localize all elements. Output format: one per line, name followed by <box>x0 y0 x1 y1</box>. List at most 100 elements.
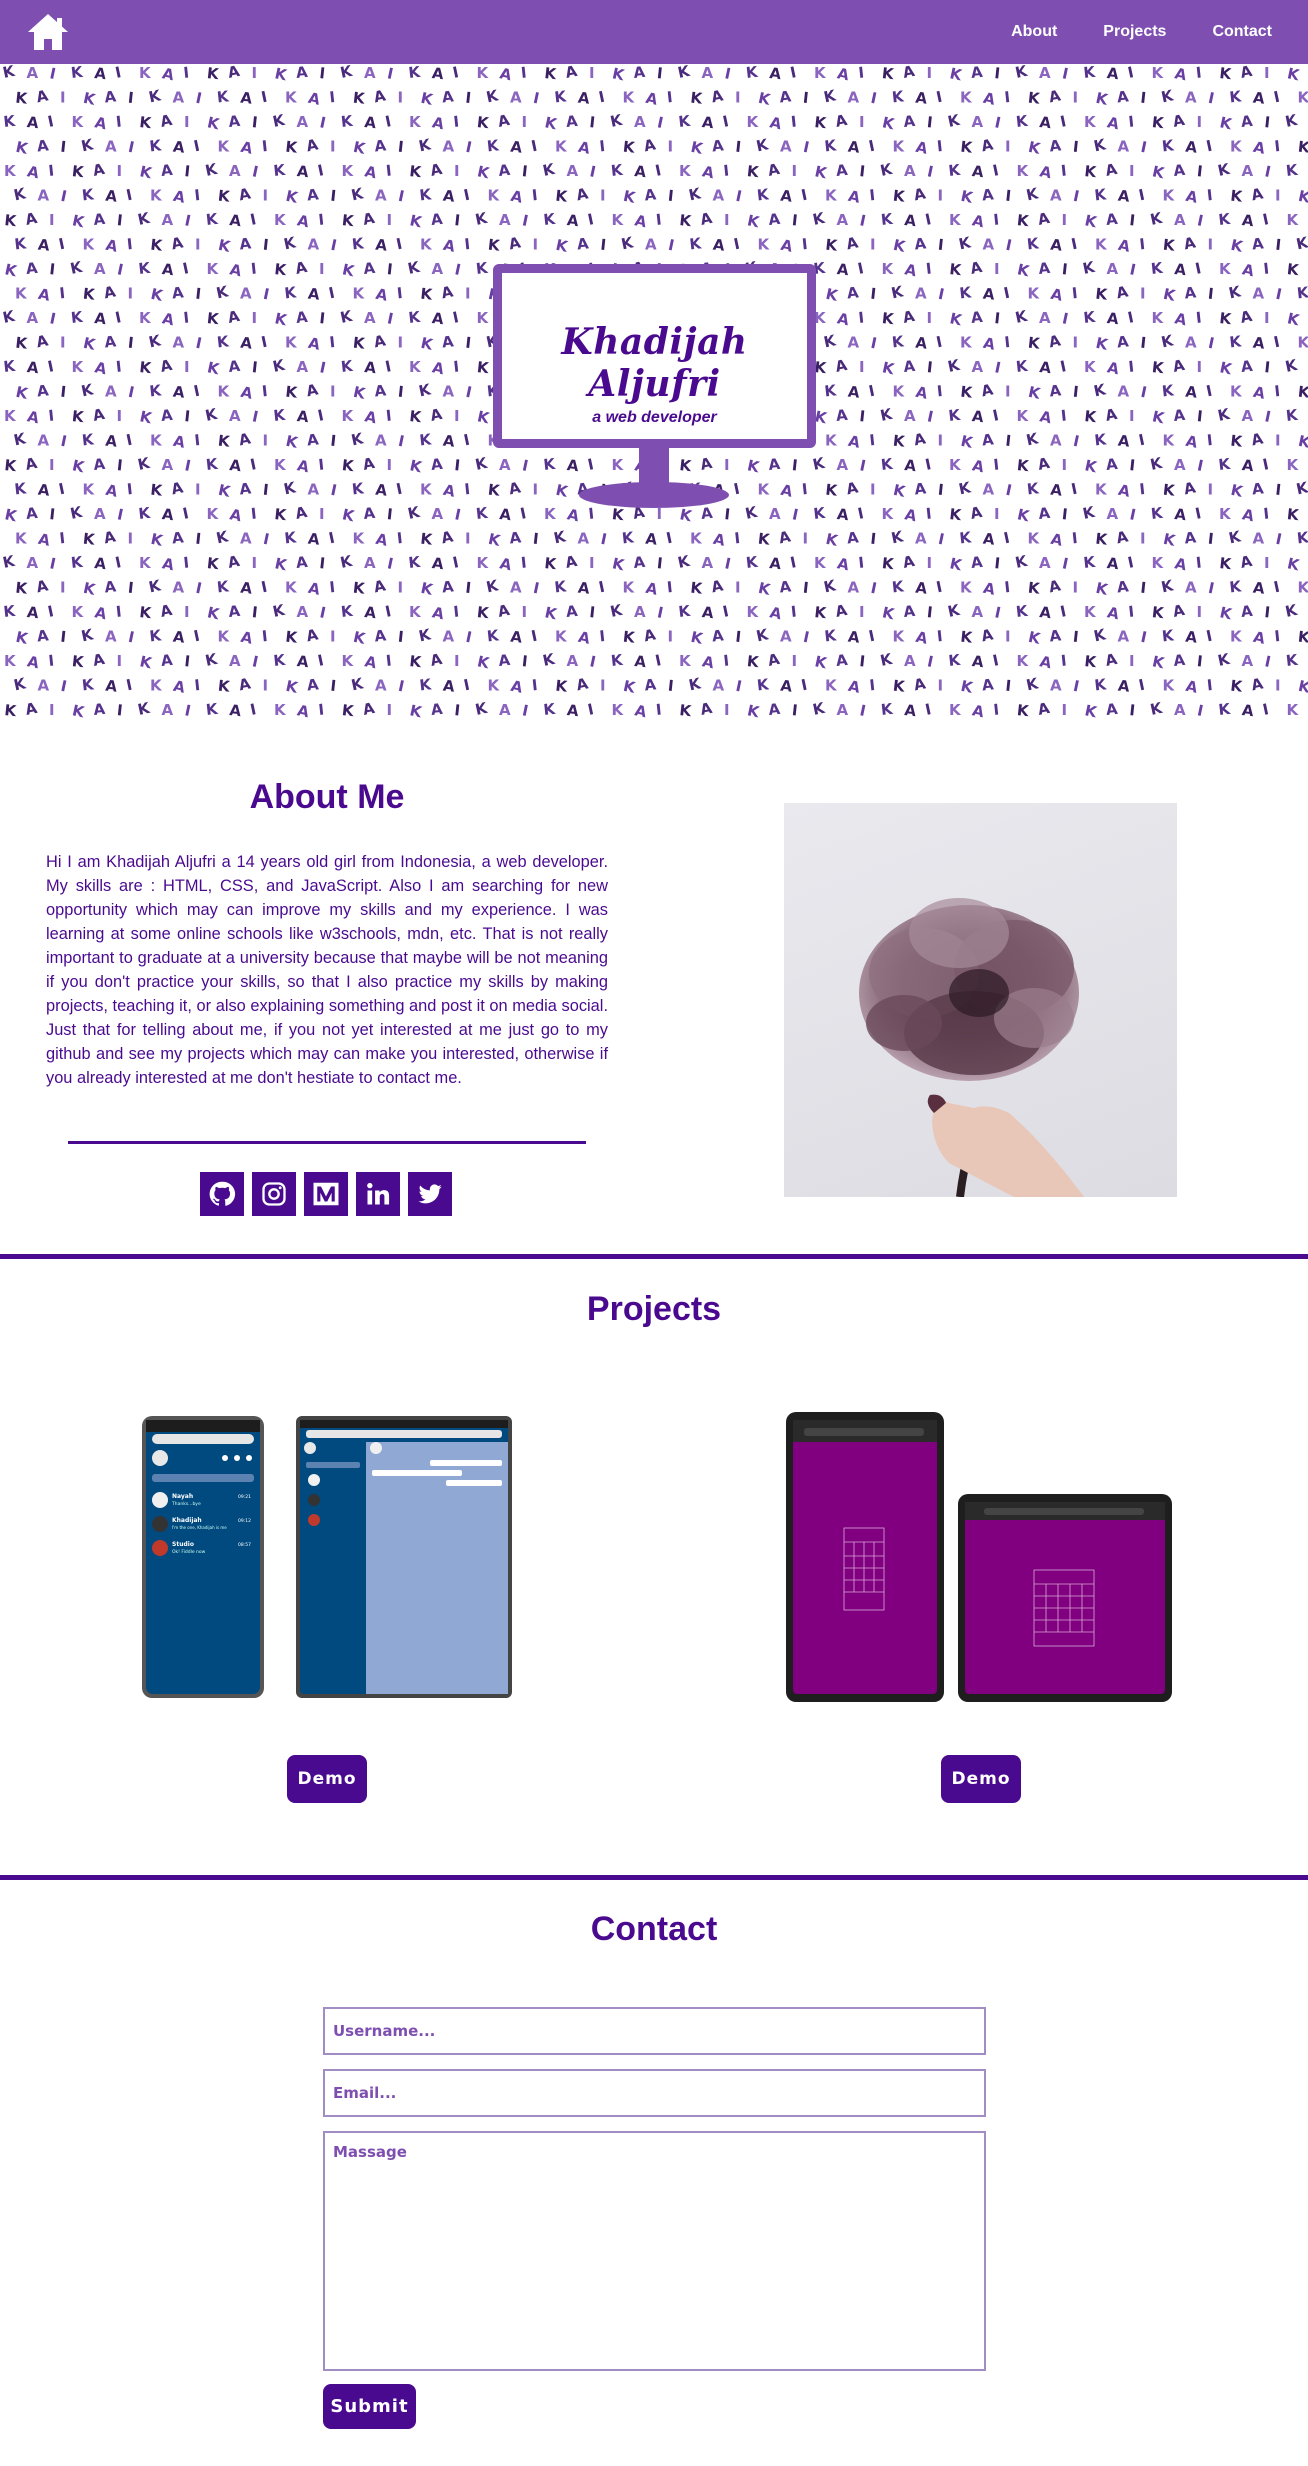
pattern-letter: K <box>879 405 895 425</box>
pattern-letter: A <box>296 652 310 671</box>
linkedin-icon[interactable] <box>356 1172 400 1216</box>
pattern-letter: I <box>721 112 730 131</box>
pattern-letter: A <box>105 628 117 646</box>
pattern-letter: A <box>507 233 522 253</box>
pattern-letter: K <box>879 650 895 670</box>
pattern-letter: K <box>676 552 692 572</box>
pattern-letter: A <box>26 358 40 377</box>
pattern-letter: A <box>846 283 860 302</box>
pattern-letter: I <box>464 235 471 253</box>
twitter-icon[interactable] <box>408 1172 452 1216</box>
pattern-letter: K <box>825 432 838 450</box>
pattern-letter: A <box>914 383 929 403</box>
pattern-letter: A <box>510 579 522 597</box>
pattern-letter: A <box>26 603 40 622</box>
pattern-letter: K <box>1084 407 1099 426</box>
pattern-letter: A <box>836 554 851 574</box>
pattern-letter: A <box>845 478 860 498</box>
pattern-letter: I <box>48 64 57 83</box>
pattern-letter: K <box>147 576 163 596</box>
home-icon[interactable] <box>26 12 70 52</box>
pattern-letter: I <box>395 480 404 499</box>
submit-button[interactable]: Submit <box>323 2384 416 2429</box>
pattern-letter: I <box>114 553 123 572</box>
pattern-letter: K <box>352 334 367 353</box>
project-1-demo-button[interactable]: Demo <box>287 1755 367 1803</box>
pattern-letter: I <box>588 652 597 671</box>
pattern-letter: K <box>892 187 907 206</box>
pattern-letter: A <box>431 603 446 623</box>
pattern-letter: A <box>1038 162 1053 182</box>
pattern-letter: A <box>835 651 849 670</box>
pattern-letter: A <box>239 628 254 648</box>
pattern-letter: K <box>12 184 28 204</box>
medium-icon[interactable] <box>304 1172 348 1216</box>
pattern-letter: I <box>330 432 337 450</box>
pattern-letter: K <box>1149 699 1165 718</box>
pattern-letter: I <box>869 334 878 353</box>
pattern-letter: K <box>1230 187 1245 206</box>
pattern-letter: I <box>1275 677 1281 695</box>
nav-link-contact[interactable]: Contact <box>1212 23 1272 41</box>
pattern-letter: I <box>1264 64 1270 82</box>
pattern-letter: I <box>387 701 393 718</box>
pattern-letter: K <box>204 160 220 180</box>
pattern-letter: A <box>440 282 455 302</box>
pattern-letter: I <box>128 285 134 303</box>
pattern-letter: K <box>1297 432 1308 452</box>
pattern-letter: K <box>352 383 368 403</box>
nav-link-about[interactable]: About <box>1011 23 1057 41</box>
pattern-letter: K <box>1016 456 1031 475</box>
pattern-letter: A <box>699 699 714 718</box>
pattern-letter: I <box>59 187 68 206</box>
message-field[interactable] <box>323 2131 986 2371</box>
pattern-letter: K <box>892 481 908 501</box>
pattern-letter: K <box>1161 381 1176 400</box>
email-field[interactable] <box>323 2069 986 2117</box>
pattern-letter: K <box>1229 87 1244 106</box>
pattern-letter: A <box>904 211 918 230</box>
pattern-letter: I <box>384 357 393 376</box>
pattern-letter: A <box>904 162 916 180</box>
pattern-letter: A <box>836 64 851 84</box>
pattern-letter: A <box>1185 628 1199 647</box>
pattern-letter: A <box>93 210 107 229</box>
pattern-letter: K <box>690 530 703 548</box>
pattern-letter: I <box>789 64 798 82</box>
nav-link-projects[interactable]: Projects <box>1103 23 1166 41</box>
pattern-letter: I <box>1126 553 1135 572</box>
pattern-letter: K <box>1286 260 1301 279</box>
pattern-letter: I <box>398 579 404 597</box>
pattern-letter: A <box>912 429 927 449</box>
project-2-demo-button[interactable]: Demo <box>941 1755 1021 1803</box>
github-icon[interactable] <box>200 1172 244 1216</box>
pattern-letter: A <box>1117 187 1131 206</box>
pattern-letter: K <box>271 601 287 621</box>
pattern-letter: K <box>1219 554 1234 573</box>
pattern-letter: K <box>72 358 85 376</box>
pattern-letter: K <box>1286 505 1301 524</box>
instagram-icon[interactable] <box>252 1172 296 1216</box>
pattern-letter: A <box>363 504 377 523</box>
pattern-letter: A <box>105 432 119 451</box>
pattern-letter: A <box>1116 577 1130 596</box>
pattern-letter: K <box>948 651 963 670</box>
pattern-letter: I <box>1194 259 1203 278</box>
pattern-letter: K <box>282 233 298 253</box>
pattern-letter: A <box>509 187 524 207</box>
pattern-letter: I <box>59 284 66 302</box>
pattern-letter: K <box>341 701 356 718</box>
pattern-letter: A <box>161 260 175 279</box>
pattern-letter: K <box>960 89 973 107</box>
pattern-letter: A <box>1105 455 1119 474</box>
pattern-letter: K <box>1028 530 1041 548</box>
username-field[interactable] <box>323 2007 986 2055</box>
pattern-letter: K <box>474 699 490 718</box>
pattern-letter: I <box>1128 112 1135 130</box>
pattern-letter: A <box>972 603 984 621</box>
pattern-letter: A <box>1050 187 1062 205</box>
pattern-letter: I <box>395 235 404 254</box>
pattern-letter: I <box>1061 309 1070 328</box>
pattern-letter: A <box>170 478 185 498</box>
pattern-letter: I <box>49 701 55 718</box>
